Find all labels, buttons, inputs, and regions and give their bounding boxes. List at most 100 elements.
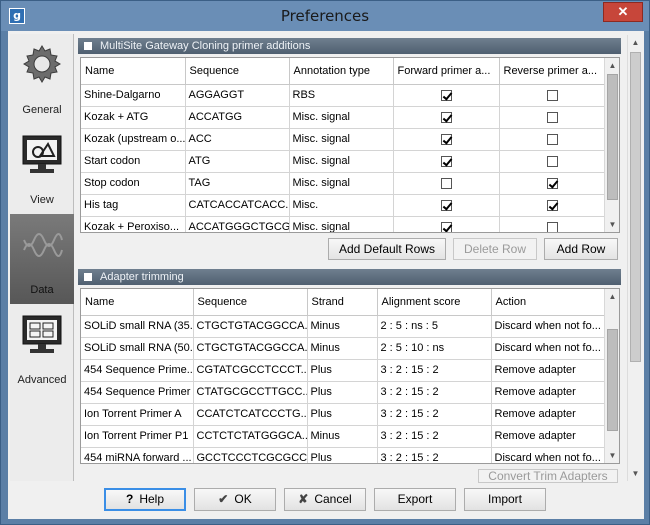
table-cell-action[interactable]: Remove adapter	[491, 359, 606, 382]
table-cell-strand[interactable]: Minus	[307, 337, 378, 360]
table-cell-name[interactable]: Kozak + Peroxiso...	[81, 216, 186, 232]
column-header[interactable]: Forward primer a...	[393, 58, 500, 85]
table-cell-type[interactable]: Misc.	[289, 194, 394, 217]
table-row[interactable]: 454 Sequence Primer B CTATGCGCCTTGCC... Pl…	[81, 381, 606, 404]
table-cell-sequence[interactable]: CCTCTCTATGGGCA...	[193, 425, 308, 448]
table-cell-strand[interactable]: Plus	[307, 447, 378, 463]
forward-primer-checkbox[interactable]	[440, 199, 452, 211]
table-cell-type[interactable]: Misc. signal	[289, 172, 394, 195]
table-cell-name[interactable]: 454 Sequence Prime...	[81, 359, 194, 382]
table-cell-name[interactable]: Kozak (upstream o...	[81, 128, 186, 151]
adapter-section-header[interactable]: Adapter trimming	[78, 269, 621, 285]
table-cell-score[interactable]: 3 : 2 : 15 : 2	[377, 447, 492, 463]
table-row[interactable]: Stop codon TAG Misc. signal	[81, 172, 606, 195]
column-header[interactable]: Sequence	[185, 58, 290, 85]
table-cell-strand[interactable]: Plus	[307, 359, 378, 382]
column-header[interactable]: Action	[491, 289, 606, 316]
column-header[interactable]: Alignment score	[377, 289, 492, 316]
column-header[interactable]: Name	[81, 58, 186, 85]
table-row[interactable]: 454 Sequence Prime... CGTATCGCCTCCCT... Pl…	[81, 359, 606, 382]
table-cell-name[interactable]: Shine-Dalgarno	[81, 84, 186, 107]
table-cell-name[interactable]: Stop codon	[81, 172, 186, 195]
reverse-primer-checkbox[interactable]	[546, 89, 558, 101]
table-cell-strand[interactable]: Plus	[307, 403, 378, 426]
column-header[interactable]: Name	[81, 289, 194, 316]
table-cell-score[interactable]: 2 : 5 : ns : 5	[377, 315, 492, 338]
table-row[interactable]: His tag CATCACCATCACC... Misc.	[81, 194, 606, 217]
add-row-button[interactable]: Add Row	[544, 238, 618, 260]
table-cell-type[interactable]: Misc. signal	[289, 150, 394, 173]
table-cell-strand[interactable]: Minus	[307, 425, 378, 448]
table-row[interactable]: SOLiD small RNA (50... CTGCTGTACGGCCA... M…	[81, 337, 606, 360]
reverse-primer-checkbox[interactable]	[546, 133, 558, 145]
reverse-primer-checkbox[interactable]	[546, 155, 558, 167]
reverse-primer-checkbox[interactable]	[546, 199, 558, 211]
table-cell-name[interactable]: Ion Torrent Primer A	[81, 403, 194, 426]
table-row[interactable]: Kozak (upstream o... ACC Misc. signal	[81, 128, 606, 151]
table-cell-sequence[interactable]: ACC	[185, 128, 290, 151]
primer-table-scrollbar[interactable]: ▲ ▼	[604, 58, 619, 232]
table-row[interactable]: Start codon ATG Misc. signal	[81, 150, 606, 173]
table-cell-name[interactable]: Kozak + ATG	[81, 106, 186, 129]
table-cell-sequence[interactable]: ACCATGGGCTGCG...	[185, 216, 290, 232]
sidebar-item-view[interactable]: View	[10, 124, 74, 214]
forward-primer-checkbox[interactable]	[440, 221, 452, 232]
table-cell-name[interactable]: Ion Torrent Primer P1	[81, 425, 194, 448]
convert-trim-adapters-button[interactable]: Convert Trim Adapters	[478, 469, 618, 483]
table-cell-name[interactable]: SOLiD small RNA (50...	[81, 337, 194, 360]
table-row[interactable]: Ion Torrent Primer P1 CCTCTCTATGGGCA... Mi…	[81, 425, 606, 448]
section-collapse-icon[interactable]	[84, 42, 92, 50]
table-cell-name[interactable]: 454 miRNA forward ...	[81, 447, 194, 463]
table-cell-score[interactable]: 3 : 2 : 15 : 2	[377, 425, 492, 448]
primer-section-header[interactable]: MultiSite Gateway Cloning primer additio…	[78, 38, 621, 54]
delete-row-button[interactable]: Delete Row	[453, 238, 537, 260]
table-cell-sequence[interactable]: CATCACCATCACC...	[185, 194, 290, 217]
table-row[interactable]: Kozak + ATG ACCATGG Misc. signal	[81, 106, 606, 129]
forward-primer-checkbox[interactable]	[440, 111, 452, 123]
table-cell-score[interactable]: 2 : 5 : 10 : ns	[377, 337, 492, 360]
adapter-table-scrollbar[interactable]: ▲ ▼	[604, 289, 619, 463]
sidebar-item-general[interactable]: General	[10, 34, 74, 124]
close-button[interactable]: ✕	[603, 2, 643, 22]
scroll-up-icon[interactable]: ▲	[628, 35, 643, 50]
table-cell-score[interactable]: 3 : 2 : 15 : 2	[377, 403, 492, 426]
table-cell-type[interactable]: RBS	[289, 84, 394, 107]
table-row[interactable]: SOLiD small RNA (35... CTGCTGTACGGCCA... M…	[81, 315, 606, 338]
table-cell-sequence[interactable]: CTGCTGTACGGCCA...	[193, 315, 308, 338]
table-cell-sequence[interactable]: CTGCTGTACGGCCA...	[193, 337, 308, 360]
scroll-thumb[interactable]	[607, 74, 618, 200]
title-bar[interactable]: g Preferences ✕	[1, 1, 649, 31]
table-cell-strand[interactable]: Minus	[307, 315, 378, 338]
table-cell-sequence[interactable]: CTATGCGCCTTGCC...	[193, 381, 308, 404]
table-cell-name[interactable]: His tag	[81, 194, 186, 217]
import-button[interactable]: Import	[464, 488, 546, 511]
table-cell-type[interactable]: Misc. signal	[289, 128, 394, 151]
section-collapse-icon[interactable]	[84, 273, 92, 281]
table-row[interactable]: Ion Torrent Primer A CCATCTCATCCCTG... Plu…	[81, 403, 606, 426]
table-cell-sequence[interactable]: CGTATCGCCTCCCT...	[193, 359, 308, 382]
help-button[interactable]: ? Help	[104, 488, 186, 511]
scroll-up-icon[interactable]: ▲	[605, 58, 619, 73]
table-cell-action[interactable]: Remove adapter	[491, 425, 606, 448]
table-cell-sequence[interactable]: ACCATGG	[185, 106, 290, 129]
preferences-scrollbar[interactable]: ▲ ▼	[627, 35, 642, 481]
table-cell-name[interactable]: 454 Sequence Primer B	[81, 381, 194, 404]
scroll-down-icon[interactable]: ▼	[628, 466, 643, 481]
table-cell-action[interactable]: Discard when not fo...	[491, 315, 606, 338]
forward-primer-checkbox[interactable]	[440, 177, 452, 189]
table-row[interactable]: Shine-Dalgarno AGGAGGT RBS	[81, 84, 606, 107]
column-header[interactable]: Reverse primer a...	[499, 58, 606, 85]
table-cell-type[interactable]: Misc. signal	[289, 106, 394, 129]
column-header[interactable]: Annotation type	[289, 58, 394, 85]
forward-primer-checkbox[interactable]	[440, 155, 452, 167]
scroll-down-icon[interactable]: ▼	[605, 448, 619, 463]
table-cell-sequence[interactable]: GCCTCCCTCGCGCC...	[193, 447, 308, 463]
export-button[interactable]: Export	[374, 488, 456, 511]
table-cell-sequence[interactable]: TAG	[185, 172, 290, 195]
table-cell-sequence[interactable]: CCATCTCATCCCTG...	[193, 403, 308, 426]
ok-button[interactable]: ✔ OK	[194, 488, 276, 511]
scroll-down-icon[interactable]: ▼	[605, 217, 619, 232]
table-row[interactable]: 454 miRNA forward ... GCCTCCCTCGCGCC... Pl…	[81, 447, 606, 463]
table-cell-type[interactable]: Misc. signal	[289, 216, 394, 232]
table-cell-action[interactable]: Discard when not fo...	[491, 337, 606, 360]
